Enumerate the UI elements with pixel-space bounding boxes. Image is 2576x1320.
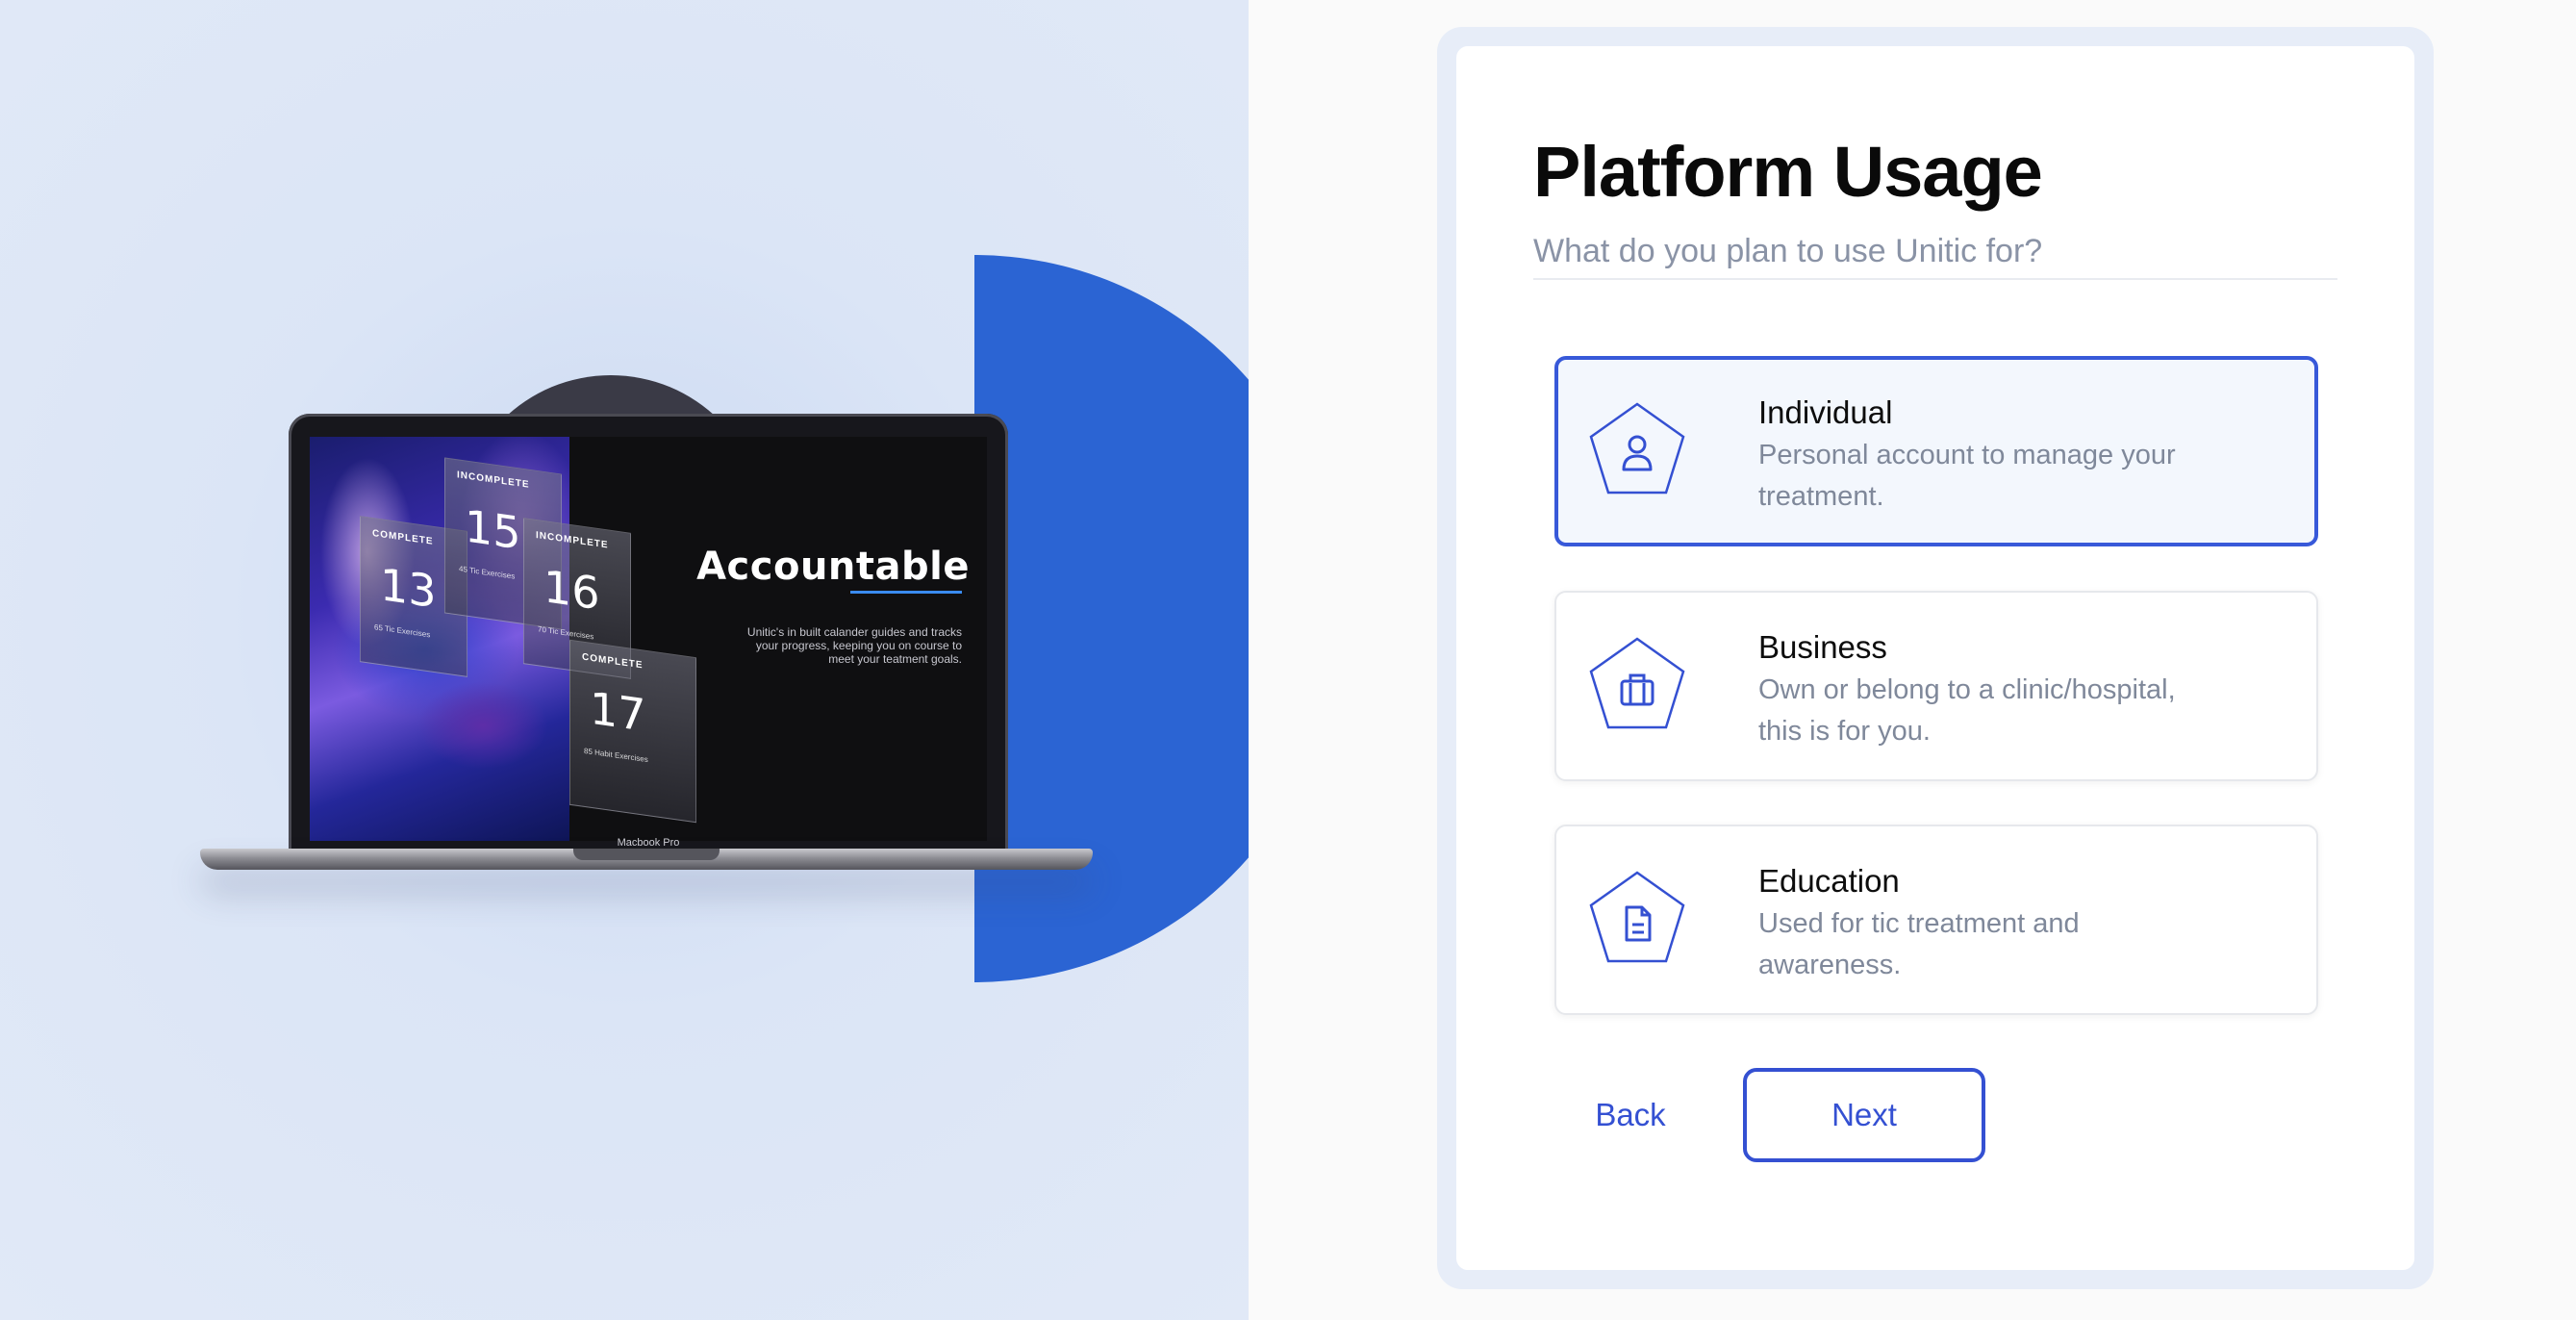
stat-label: INCOMPLETE	[457, 470, 530, 491]
back-button[interactable]: Back	[1568, 1070, 1693, 1160]
stat-subtext: 70 Tic Exercises	[538, 624, 594, 642]
laptop-notch	[573, 849, 720, 860]
option-description: Used for tic treatment and awareness.	[1758, 908, 2080, 980]
showcase-blurb: Unitic's in built calander guides and tr…	[746, 625, 962, 666]
showcase-headline: Accountable	[696, 545, 970, 589]
title-divider	[1533, 278, 2337, 280]
option-business[interactable]: Business Own or belong to a clinic/hospi…	[1554, 591, 2318, 781]
next-button[interactable]: Next	[1743, 1068, 1985, 1162]
laptop-mockup: COMPLETE 13 65 Tic Exercises INCOMPLETE …	[200, 414, 1093, 876]
document-icon	[1589, 871, 1685, 963]
stat-value: 16	[543, 560, 600, 621]
option-individual[interactable]: Individual Personal account to manage yo…	[1554, 356, 2318, 546]
page-subtitle: What do you plan to use Unitic for?	[1533, 233, 2043, 269]
briefcase-icon	[1589, 637, 1685, 729]
stat-label: COMPLETE	[372, 527, 434, 547]
option-description: Own or belong to a clinic/hospital, this…	[1758, 674, 2176, 747]
laptop-screen: COMPLETE 13 65 Tic Exercises INCOMPLETE …	[310, 437, 987, 841]
option-description: Personal account to manage your treatmen…	[1758, 440, 2176, 512]
stat-card: COMPLETE 17 85 Habit Exercises	[569, 639, 696, 824]
page-title: Platform Usage	[1533, 132, 2043, 212]
user-icon	[1589, 402, 1685, 495]
option-title: Individual	[1758, 394, 1893, 430]
stat-label: COMPLETE	[582, 651, 644, 672]
stat-subtext: 65 Tic Exercises	[374, 622, 431, 640]
option-title: Education	[1758, 863, 1900, 899]
stat-subtext: 45 Tic Exercises	[459, 564, 516, 581]
stat-subtext: 85 Habit Exercises	[584, 746, 648, 765]
stat-value: 17	[590, 681, 646, 742]
stat-label: INCOMPLETE	[536, 529, 609, 551]
showcase-panel: COMPLETE 13 65 Tic Exercises INCOMPLETE …	[0, 0, 1249, 1320]
headline-underline	[850, 591, 962, 594]
stat-value: 13	[380, 558, 437, 619]
device-label: Macbook Pro	[617, 837, 680, 849]
option-education[interactable]: Education Used for tic treatment and awa…	[1554, 825, 2318, 1015]
option-title: Business	[1758, 629, 1887, 665]
stat-value: 15	[465, 499, 521, 560]
